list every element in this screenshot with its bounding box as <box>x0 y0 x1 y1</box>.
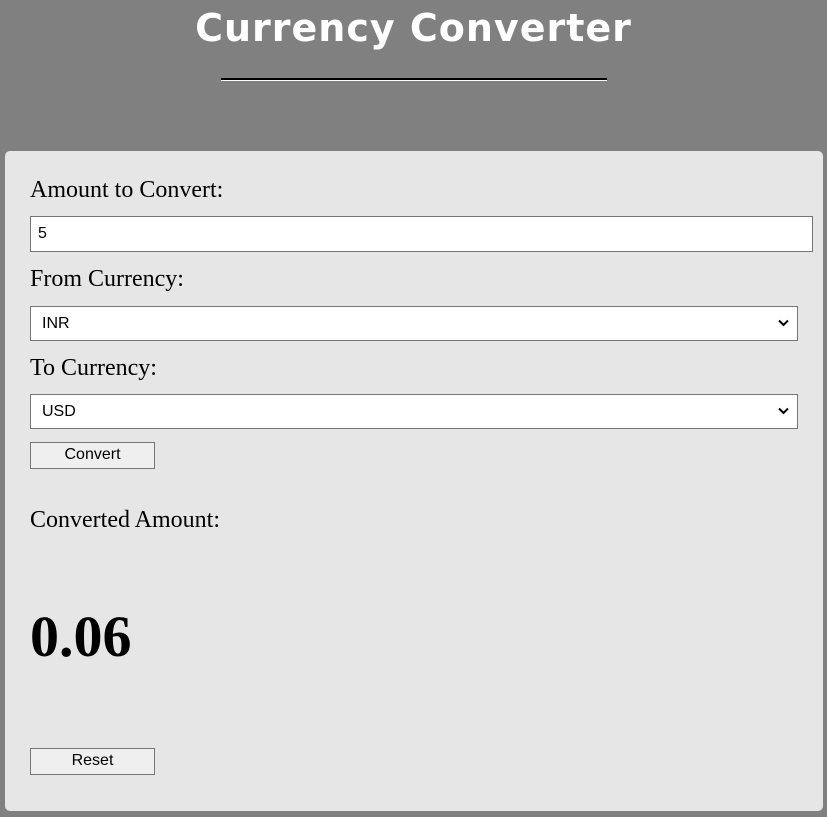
chevron-down-icon <box>778 407 789 415</box>
from-currency-value: INR <box>42 315 70 332</box>
to-currency-value: USD <box>42 403 76 420</box>
converted-amount-value: 0.06 <box>30 604 132 669</box>
from-currency-select[interactable]: INR <box>30 306 798 341</box>
amount-label: Amount to Convert: <box>30 177 224 203</box>
amount-input-value: 5 <box>38 225 47 242</box>
to-currency-label: To Currency: <box>30 355 157 381</box>
to-currency-select[interactable]: USD <box>30 394 798 429</box>
reset-button[interactable]: Reset <box>30 748 155 775</box>
from-currency-label: From Currency: <box>30 266 184 292</box>
convert-button[interactable]: Convert <box>30 442 155 469</box>
page-title: Currency Converter <box>195 6 632 50</box>
amount-input[interactable]: 5 <box>30 216 813 252</box>
title-underline <box>221 78 607 81</box>
converted-amount-label: Converted Amount: <box>30 507 220 533</box>
converter-card: Amount to Convert: 5 From Currency: INR … <box>5 151 823 811</box>
chevron-down-icon <box>778 319 789 327</box>
